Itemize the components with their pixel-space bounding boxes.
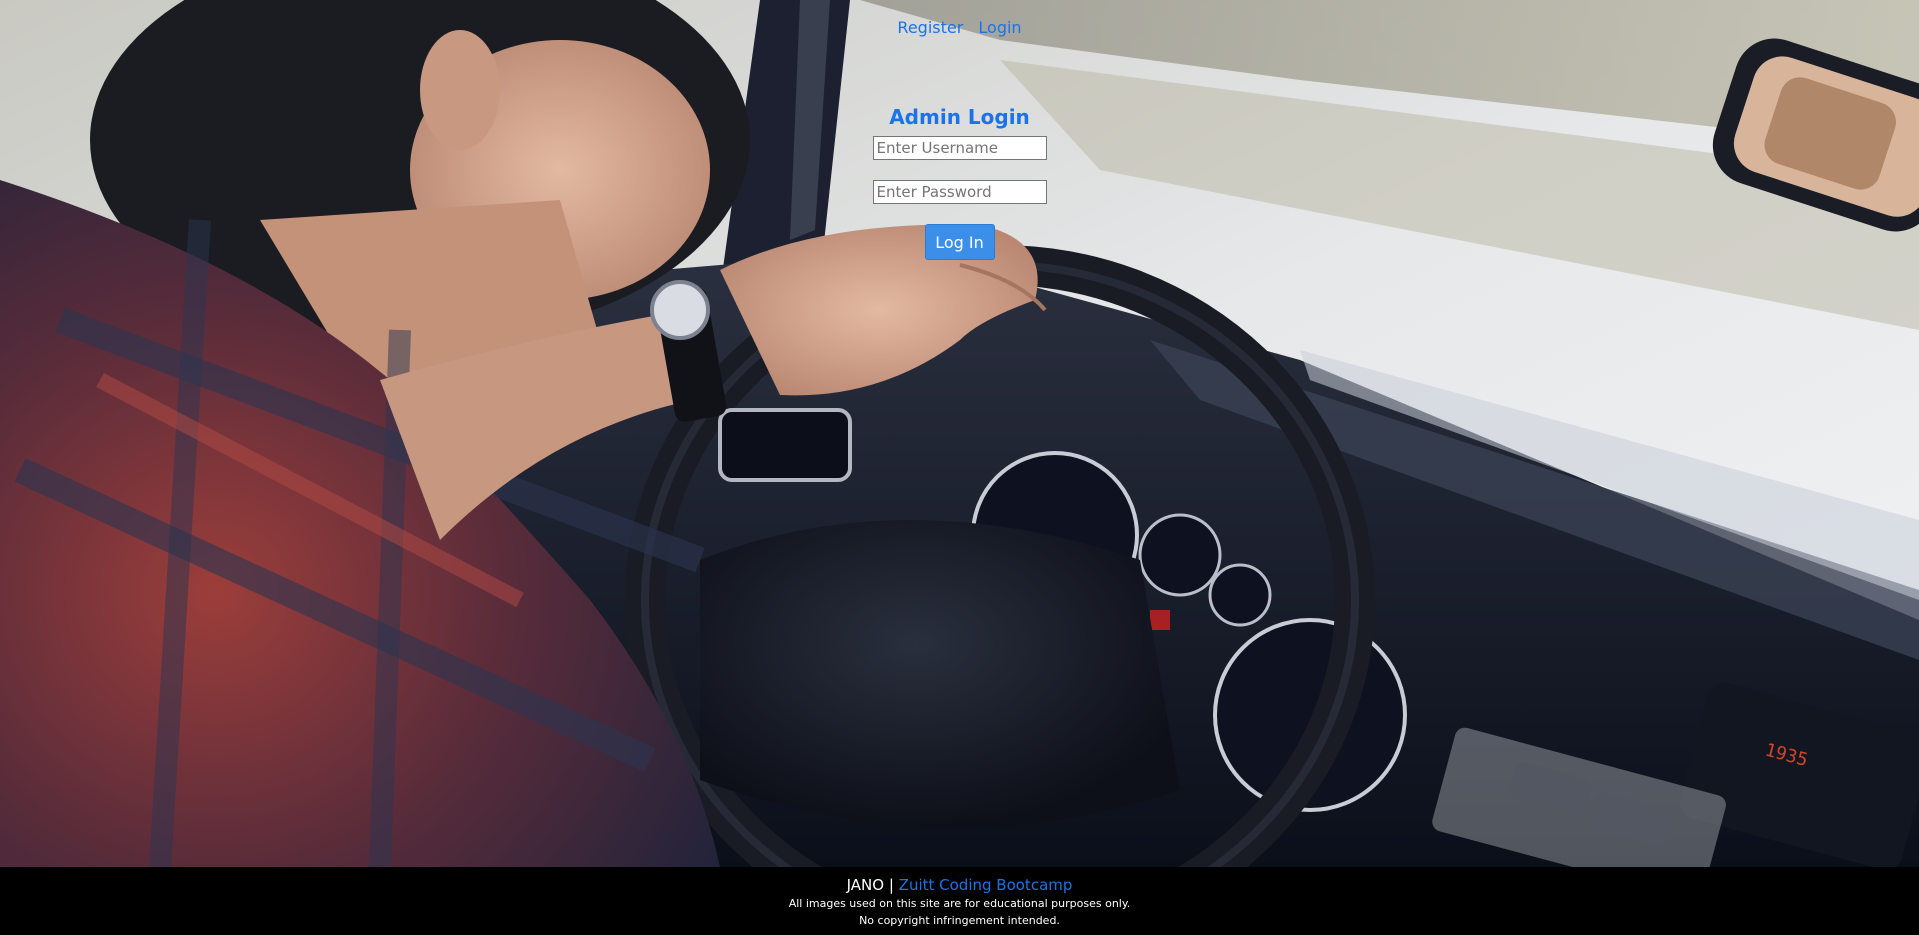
password-field-wrap bbox=[0, 180, 1919, 224]
password-input[interactable] bbox=[872, 180, 1047, 204]
login-link[interactable]: Login bbox=[978, 18, 1021, 37]
username-input[interactable] bbox=[872, 136, 1047, 160]
footer-author: JANO bbox=[846, 876, 885, 894]
footer-brand-line: JANO | Zuitt Coding Bootcamp bbox=[0, 875, 1919, 895]
register-link[interactable]: Register bbox=[897, 18, 963, 37]
footer: JANO | Zuitt Coding Bootcamp All images … bbox=[0, 867, 1919, 935]
page-title: Admin Login bbox=[889, 105, 1030, 129]
login-form: Admin Login Log In bbox=[0, 104, 1919, 260]
footer-disclaimer-1: All images used on this site are for edu… bbox=[788, 897, 1131, 910]
page: 1935 Register Login Admin Login Enter Us… bbox=[0, 0, 1919, 935]
footer-org-link[interactable]: Zuitt Coding Bootcamp bbox=[899, 876, 1073, 894]
username-field-wrap bbox=[0, 136, 1919, 180]
log-in-button[interactable]: Log In bbox=[924, 224, 995, 260]
top-nav: Register Login bbox=[0, 18, 1919, 37]
footer-disclaimer-2: No copyright infringement intended. bbox=[859, 914, 1060, 927]
footer-separator: | bbox=[888, 876, 894, 894]
